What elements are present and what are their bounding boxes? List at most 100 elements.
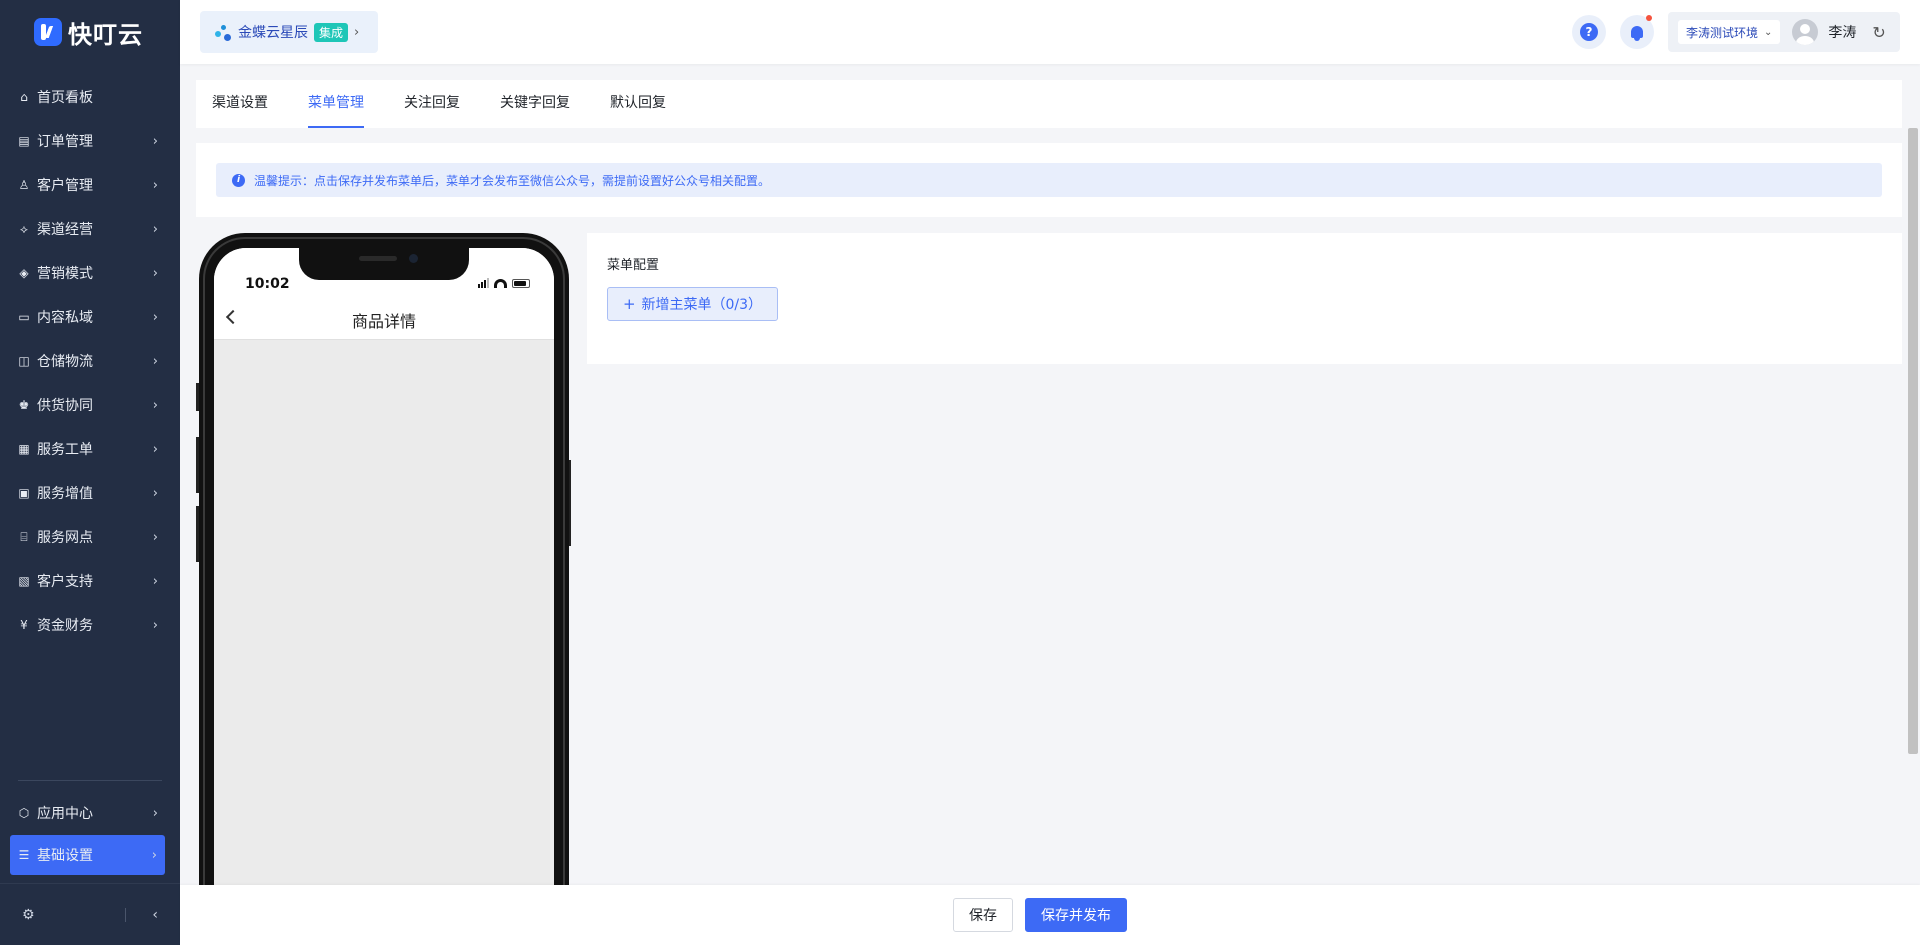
tab-1[interactable]: 菜单管理 (308, 80, 364, 128)
sidebar-item-label: 内容私域 (37, 310, 93, 326)
menu-config-title: 菜单配置 (607, 258, 660, 273)
bag-icon: ▣ (18, 486, 30, 500)
ticket-icon: ▦ (18, 442, 30, 456)
chevron-right-icon: › (152, 221, 158, 237)
sidebar-item-label: 客户管理 (37, 178, 93, 194)
user-panel: 李涛测试环境 ⌄ 李涛 ↻ (1668, 12, 1900, 52)
cube-icon: ⬡ (18, 806, 30, 820)
store-icon: ⌸ (20, 529, 28, 544)
bell-icon (1631, 26, 1643, 41)
chevron-right-icon: › (151, 847, 157, 863)
sidebar-item-user[interactable]: ♙ 客户管理 › (0, 163, 180, 207)
sidebar-item-label: 客户支持 (37, 574, 93, 590)
phone-nav-bar: 商品详情 (214, 300, 554, 340)
refresh-icon[interactable]: ↻ (1872, 23, 1885, 42)
sidebar-nav: ⌂ 首页看板 ▤ 订单管理 › ♙ 客户管理 › ⟡ 渠道经营 › ◈ 营销模式 › ▭ 内容私域 › ◫ 仓储物流… (0, 75, 180, 647)
sidebar-item-clipboard[interactable]: ▤ 订单管理 › (0, 119, 180, 163)
chevron-right-icon: › (152, 805, 158, 821)
notification-button[interactable] (1620, 15, 1654, 49)
image-icon: ▭ (18, 310, 30, 324)
add-main-menu-button[interactable]: + 新增主菜单（0/3） (607, 287, 778, 321)
chevron-right-icon: › (152, 397, 158, 413)
integration-name: 金蝶云星辰 (238, 25, 308, 41)
sidebar-item-label: 服务网点 (37, 530, 93, 546)
environment-select[interactable]: 李涛测试环境 ⌄ (1678, 20, 1781, 44)
sidebar-item-label: 资金财务 (37, 618, 93, 634)
integration-chip[interactable]: 金蝶云星辰 集成 › (200, 11, 378, 53)
sliders-icon: ☰ (18, 848, 30, 862)
sidebar-item-label: 营销模式 (37, 266, 93, 282)
phone-notch (299, 248, 469, 280)
clipboard-icon: ▤ (18, 134, 30, 148)
signal-icon (478, 278, 489, 288)
sidebar-item-network[interactable]: ⟡ 渠道经营 › (0, 207, 180, 251)
environment-label: 李涛测试环境 (1686, 25, 1759, 40)
user-name: 李涛 (1828, 25, 1857, 41)
notification-dot (1646, 15, 1652, 21)
settings-gear-icon[interactable]: ⚙ (22, 907, 35, 923)
sidebar-item-store[interactable]: ⌸ 服务网点 › (0, 515, 180, 559)
tab-bar: 渠道设置 菜单管理 关注回复 关键字回复 默认回复 (196, 80, 1902, 128)
sidebar-item-sliders[interactable]: ☰ 基础设置 › (10, 835, 165, 875)
chevron-right-icon: › (152, 441, 158, 457)
sidebar-item-home[interactable]: ⌂ 首页看板 (0, 75, 180, 119)
sidebar-item-support[interactable]: ▧ 客户支持 › (0, 559, 180, 603)
help-button[interactable]: ? (1572, 15, 1606, 49)
logo-text: 快叮云 (68, 20, 143, 49)
sidebar-item-cube[interactable]: ⬡ 应用中心 › (0, 791, 180, 835)
help-icon: ? (1580, 23, 1598, 41)
phone-status-bar: 10:02 (214, 248, 554, 300)
sidebar-item-image[interactable]: ▭ 内容私域 › (0, 295, 180, 339)
back-arrow-icon[interactable] (225, 309, 241, 325)
chevron-right-icon: › (152, 573, 158, 589)
sidebar-item-bag[interactable]: ▣ 服务增值 › (0, 471, 180, 515)
save-button[interactable]: 保存 (953, 898, 1013, 932)
tip-banner: i 温馨提示：点击保存并发布菜单后，菜单才会发布至微信公众号，需提前设置好公众号… (216, 163, 1882, 197)
kingdee-logo-icon (214, 23, 232, 41)
sidebar-item-box[interactable]: ◫ 仓储物流 › (0, 339, 180, 383)
tab-0[interactable]: 渠道设置 (212, 80, 268, 128)
sidebar-item-label: 基础设置 (37, 848, 93, 864)
sidebar-item-ticket[interactable]: ▦ 服务工单 › (0, 427, 180, 471)
sidebar-item-label: 订单管理 (37, 134, 93, 150)
phone-preview: 10:02 商品详情 (199, 233, 569, 945)
box-icon: ◫ (18, 354, 30, 368)
sidebar-item-label: 服务增值 (37, 486, 93, 502)
tab-4[interactable]: 默认回复 (610, 80, 666, 128)
menu-config-panel: 菜单配置 + 新增主菜单（0/3） (587, 233, 1902, 364)
tag-icon: ◈ (19, 266, 29, 280)
chevron-down-icon: ⌄ (1764, 26, 1773, 38)
phone-screen: 10:02 商品详情 (214, 248, 554, 945)
tab-2[interactable]: 关注回复 (404, 80, 460, 128)
add-main-menu-label: 新增主菜单（0/3） (641, 297, 763, 313)
tab-3[interactable]: 关键字回复 (500, 80, 570, 128)
users-icon: ♚ (18, 398, 30, 412)
battery-icon (512, 278, 530, 288)
chevron-right-icon: › (152, 485, 158, 501)
action-footer: 保存 保存并发布 (180, 885, 1920, 945)
app-logo[interactable]: 快叮云 (0, 0, 180, 64)
phone-page-title: 商品详情 (351, 311, 416, 331)
chevron-right-icon: › (152, 177, 158, 193)
phone-time: 10:02 (245, 276, 290, 292)
sidebar: 快叮云 ⌂ 首页看板 ▤ 订单管理 › ♙ 客户管理 › ⟡ 渠道经营 › ◈ 营销模式 › ▭ 内容私域 › ◫… (0, 0, 180, 945)
chevron-right-icon: › (152, 133, 158, 149)
save-publish-button[interactable]: 保存并发布 (1025, 898, 1127, 932)
sidebar-item-yuan[interactable]: ¥ 资金财务 › (0, 603, 180, 647)
avatar[interactable] (1792, 19, 1819, 45)
sidebar-footer: ⚙ ‹ (0, 883, 180, 945)
home-icon: ⌂ (20, 90, 28, 104)
sidebar-divider (18, 780, 162, 781)
chevron-right-icon: › (152, 529, 158, 545)
logo-icon (34, 18, 62, 46)
page-scrollbar[interactable] (1908, 128, 1918, 754)
integration-badge: 集成 (314, 22, 349, 42)
sidebar-item-label: 仓储物流 (37, 354, 93, 370)
chevron-right-icon: › (152, 353, 158, 369)
collapse-sidebar-icon[interactable]: ‹ (152, 907, 158, 923)
notice-panel: i 温馨提示：点击保存并发布菜单后，菜单才会发布至微信公众号，需提前设置好公众号… (196, 143, 1902, 217)
plus-icon: + (622, 295, 636, 313)
sidebar-item-tag[interactable]: ◈ 营销模式 › (0, 251, 180, 295)
sidebar-item-users[interactable]: ♚ 供货协同 › (0, 383, 180, 427)
chevron-right-icon: › (152, 617, 158, 633)
